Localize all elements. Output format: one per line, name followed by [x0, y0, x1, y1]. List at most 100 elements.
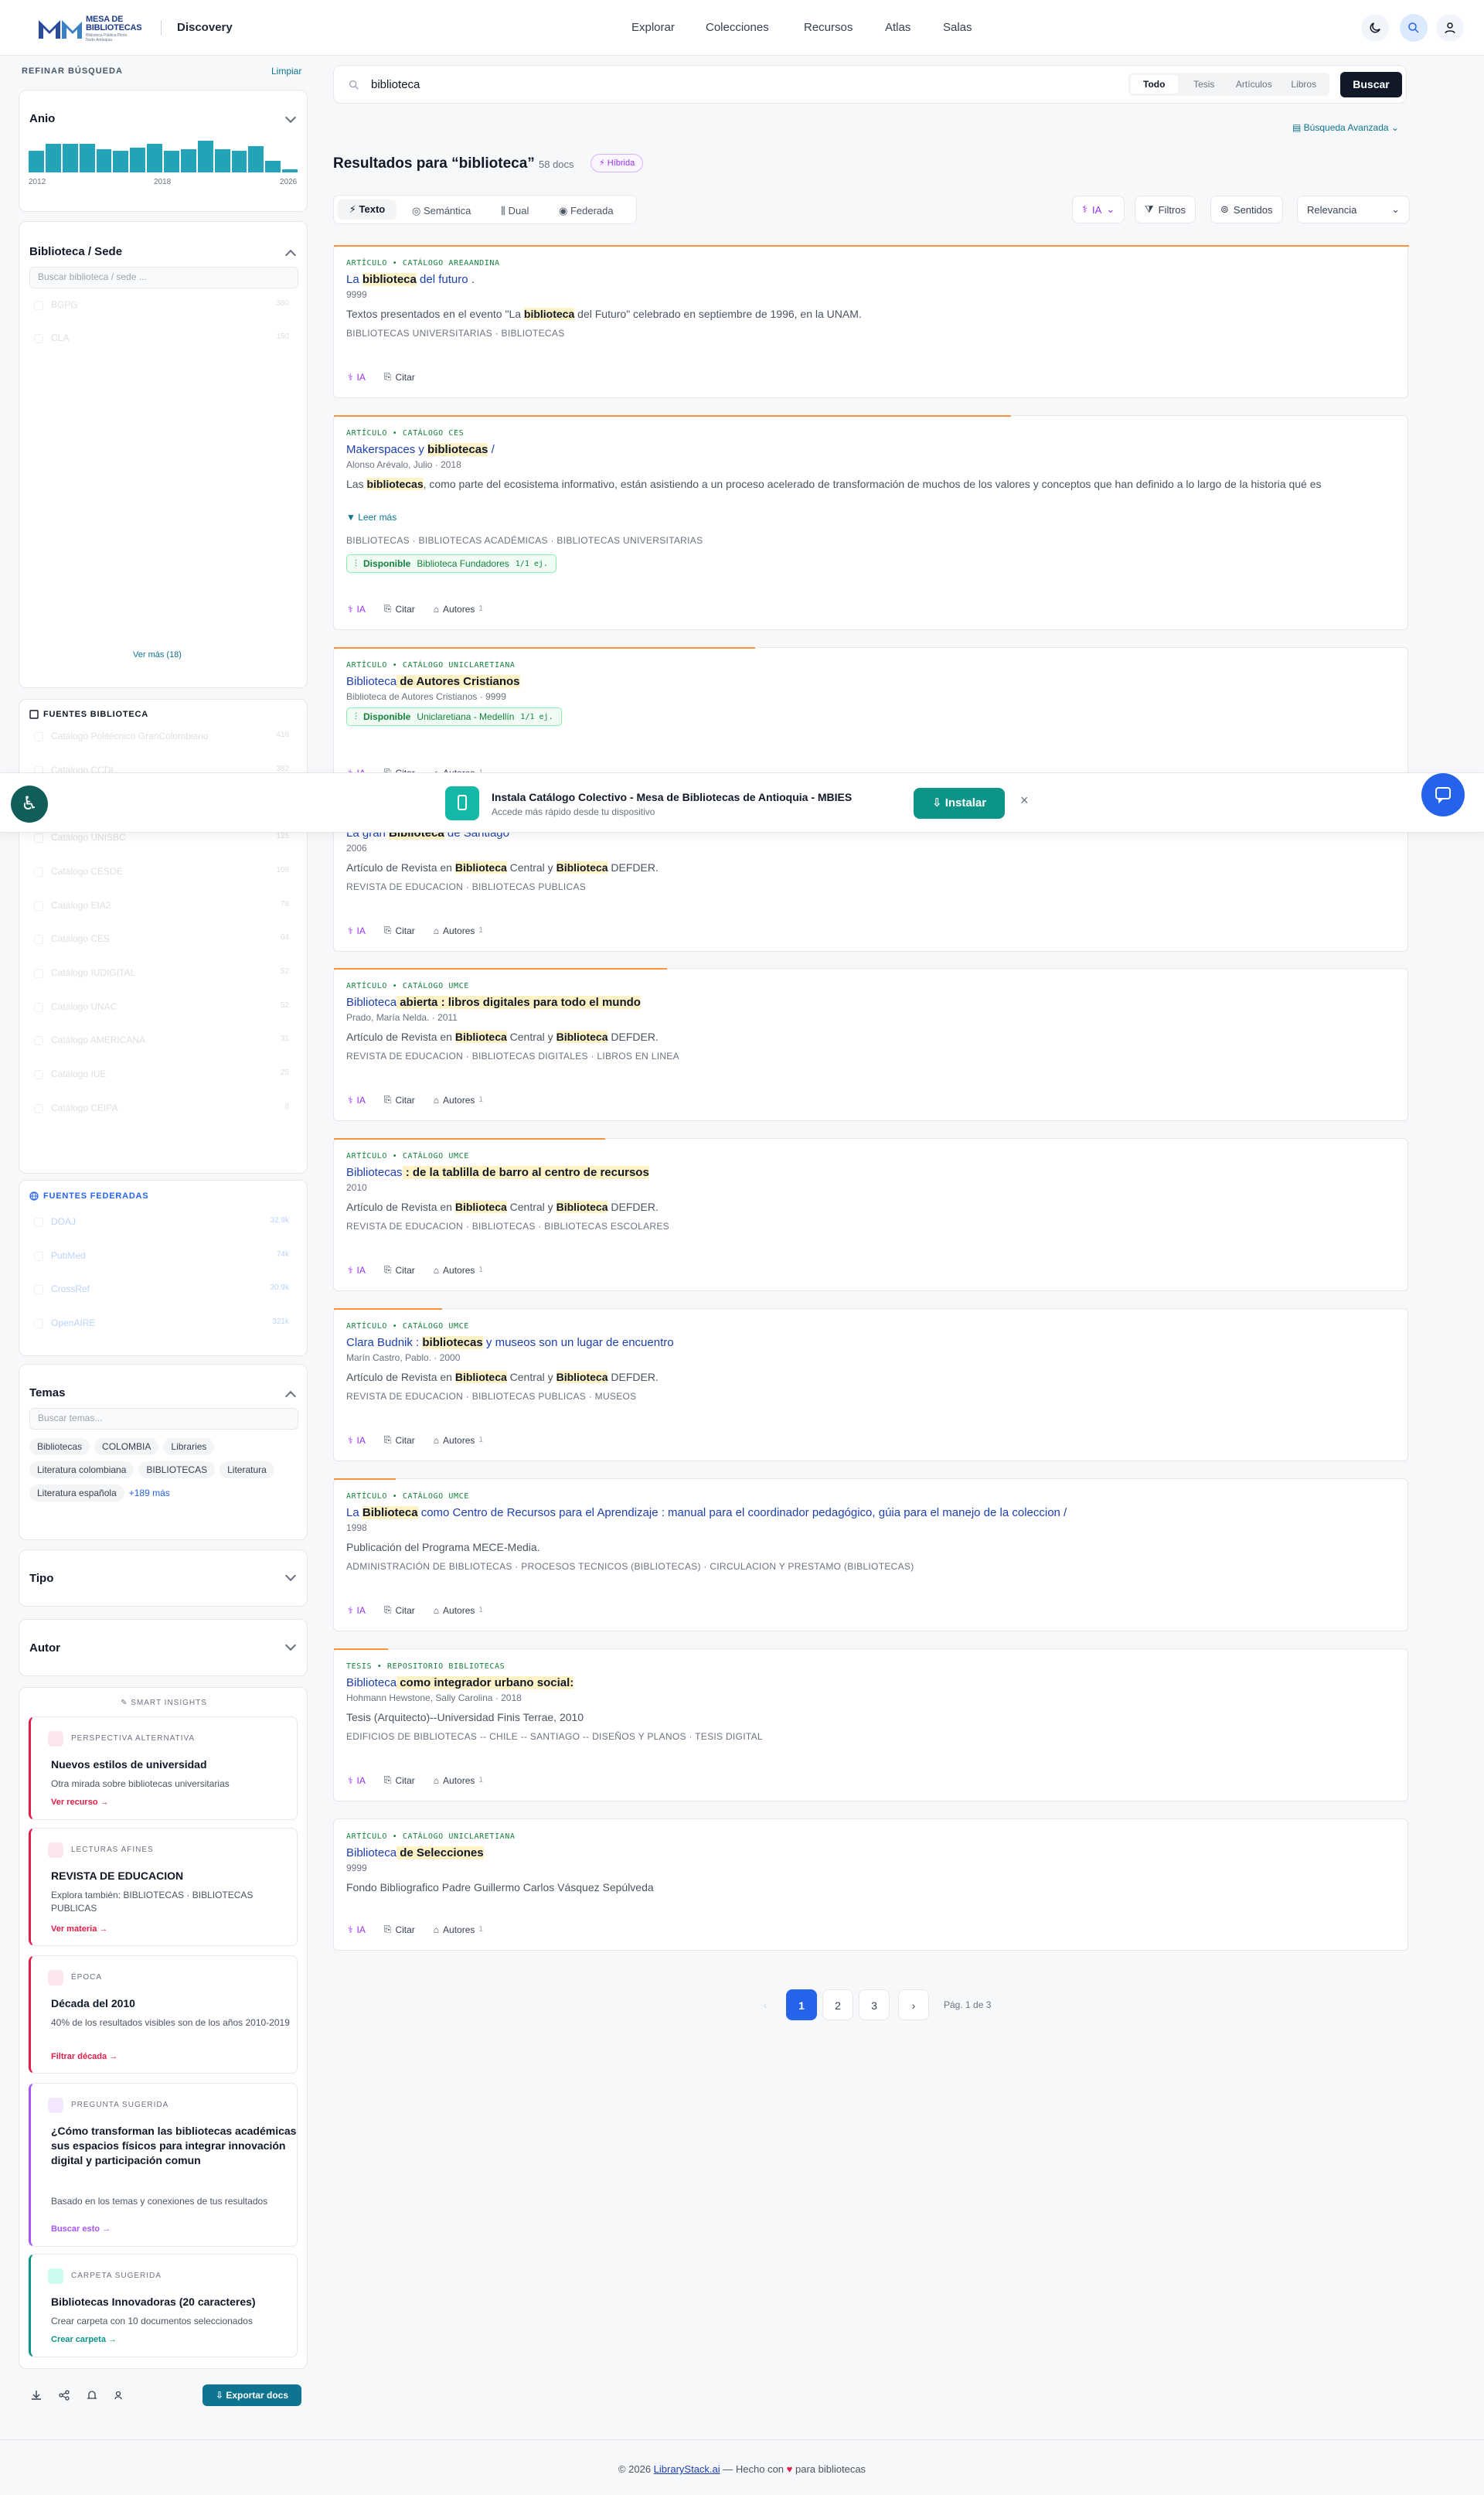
close-icon[interactable]: × [1020, 792, 1029, 809]
topics-search-input[interactable]: Buscar temas... [29, 1408, 298, 1430]
year-bar[interactable] [231, 151, 247, 172]
source-item[interactable]: Catálogo EIA2 78 [34, 900, 289, 912]
senses-button[interactable]: ⊚ Sentidos [1210, 196, 1283, 223]
cite-button[interactable]: ⎘Citar [384, 603, 415, 615]
result-title[interactable]: La biblioteca del futuro . [346, 273, 475, 286]
topic-tag[interactable]: Literatura colombiana [29, 1461, 134, 1478]
source-item[interactable]: Catálogo CEIPA 8 [34, 1103, 289, 1115]
insight-card[interactable]: PERSPECTIVA ALTERNATIVA Nuevos estilos de… [29, 1716, 298, 1820]
checkbox[interactable] [34, 1251, 43, 1261]
install-button[interactable]: ⇩ Instalar [914, 788, 1005, 819]
authors-button[interactable]: ⌂Autores1 [434, 1604, 483, 1616]
filters-button[interactable]: ⧩ Filtros [1135, 196, 1196, 223]
cite-button[interactable]: ⎘Citar [384, 1264, 415, 1276]
insight-card[interactable]: ÉPOCA Década del 2010 40% de los resultado… [29, 1955, 298, 2074]
year-bar[interactable] [147, 144, 162, 172]
ai-toggle-button[interactable]: ⚕ IA ⌄ [1072, 196, 1125, 223]
year-bar[interactable] [214, 148, 230, 172]
checkbox[interactable] [34, 1070, 43, 1079]
checkbox[interactable] [34, 1036, 43, 1046]
checkbox[interactable] [34, 1218, 43, 1227]
year-bar[interactable] [265, 160, 281, 172]
sort-select[interactable]: Relevancia ⌄ [1297, 196, 1410, 223]
nav-colecciones[interactable]: Colecciones [706, 21, 769, 34]
topic-tag[interactable]: Bibliotecas [29, 1438, 90, 1455]
clear-filters-link[interactable]: Limpiar [271, 66, 301, 77]
insight-card[interactable]: CARPETA SUGERIDA Bibliotecas Innovadoras … [29, 2254, 298, 2357]
library-more-link[interactable]: Ver más (18) [133, 650, 182, 660]
year-bar[interactable] [62, 144, 78, 172]
download-icon[interactable] [31, 2390, 42, 2401]
topic-tag[interactable]: COLOMBIA [94, 1438, 159, 1455]
library-item[interactable]: BGPG 380 [34, 299, 289, 312]
read-more-link[interactable]: ▼ Leer más [346, 512, 397, 523]
tab-semantica[interactable]: ◎ Semántica [412, 205, 471, 217]
share-icon[interactable] [59, 2390, 70, 2401]
footer-link[interactable]: LibraryStack.ai [654, 2463, 720, 2475]
ai-action-button[interactable]: ⚕IA [348, 1434, 366, 1446]
tab-dual[interactable]: ⫼ Dual [501, 205, 529, 217]
library-search-input[interactable]: Buscar biblioteca / sede ... [29, 267, 298, 288]
result-title[interactable]: Biblioteca como integrador urbano social… [346, 1676, 574, 1689]
nav-recursos[interactable]: Recursos [804, 21, 853, 34]
year-bar[interactable] [45, 144, 61, 172]
page-button[interactable]: 1 [786, 1989, 817, 2020]
ai-action-button[interactable]: ⚕IA [348, 371, 366, 383]
cite-button[interactable]: ⎘Citar [384, 371, 415, 383]
topic-tag[interactable]: BIBLIOTECAS [138, 1461, 216, 1478]
checkbox[interactable] [34, 334, 43, 343]
insight-card[interactable]: PREGUNTA SUGERIDA ¿Cómo transforman las b… [29, 2083, 298, 2247]
tab-federada[interactable]: ◉ Federada [559, 205, 614, 217]
type-filter-card[interactable]: Tipo [19, 1549, 308, 1607]
chat-button[interactable] [1421, 773, 1465, 816]
tab-texto[interactable]: ⚡ Texto [338, 199, 397, 220]
checkbox[interactable] [34, 935, 43, 945]
authors-button[interactable]: ⌂Autores1 [434, 603, 483, 615]
authors-button[interactable]: ⌂Autores1 [434, 1774, 483, 1786]
chevron-down-icon[interactable] [284, 1639, 297, 1651]
cite-button[interactable]: ⎘Citar [384, 1434, 415, 1446]
result-title[interactable]: Bibliotecas : de la tablilla de barro al… [346, 1166, 649, 1179]
year-bar[interactable] [180, 148, 196, 172]
authors-button[interactable]: ⌂Autores1 [434, 1924, 483, 1935]
library-item[interactable]: CLA 150 [34, 332, 289, 345]
year-bar[interactable] [248, 145, 264, 172]
source-item[interactable]: DOAJ 32.9k [34, 1216, 289, 1229]
source-item[interactable]: PubMed 74k [34, 1250, 289, 1263]
segment-tesis[interactable]: Tesis [1181, 75, 1228, 94]
insight-action-link[interactable]: Ver recurso → [51, 1798, 109, 1807]
next-page-button[interactable]: › [898, 1989, 929, 2020]
cite-button[interactable]: ⎘Citar [384, 1094, 415, 1106]
checkbox[interactable] [34, 1103, 43, 1113]
page-button[interactable]: 2 [822, 1989, 853, 2020]
source-item[interactable]: Catálogo CES 64 [34, 933, 289, 946]
cite-button[interactable]: ⎘Citar [384, 1774, 415, 1786]
chevron-down-icon[interactable] [284, 1570, 297, 1582]
result-title[interactable]: Makerspaces y bibliotecas / [346, 443, 495, 456]
result-card[interactable]: ARTÍCULO • CATÁLOGO CES Makerspaces y bib… [333, 415, 1408, 630]
result-title[interactable]: Clara Budnik : bibliotecas y museos son … [346, 1336, 674, 1349]
year-bar[interactable] [113, 151, 129, 172]
ai-action-button[interactable]: ⚕IA [348, 1264, 366, 1276]
nav-explorar[interactable]: Explorar [631, 21, 675, 34]
checkbox[interactable] [34, 732, 43, 741]
checkbox[interactable] [34, 968, 43, 978]
result-card[interactable]: ARTÍCULO • CATÁLOGO UNICLARETIANA Bibliot… [333, 1818, 1408, 1951]
theme-toggle-button[interactable] [1361, 14, 1389, 42]
source-item[interactable]: Catálogo Politécnico GranColombiano 416 [34, 731, 289, 743]
insight-card[interactable]: LECTURAS AFINES REVISTA DE EDUCACION Explo… [29, 1828, 298, 1946]
topic-tag[interactable]: Literatura española [29, 1484, 124, 1501]
ai-action-button[interactable]: ⚕IA [348, 1774, 366, 1786]
nav-atlas[interactable]: Atlas [885, 21, 910, 34]
ai-action-button[interactable]: ⚕IA [348, 1094, 366, 1106]
result-card[interactable]: ARTÍCULO • CATÁLOGO AREAANDINA La bibliot… [333, 245, 1409, 398]
topic-tag[interactable]: Literatura [220, 1461, 274, 1478]
checkbox[interactable] [34, 301, 43, 310]
chevron-down-icon[interactable] [284, 111, 297, 124]
topic-tag[interactable]: Libraries [163, 1438, 215, 1455]
year-bar[interactable] [96, 148, 112, 172]
authors-button[interactable]: ⌂Autores1 [434, 1094, 483, 1106]
year-bar[interactable] [164, 151, 179, 172]
result-card[interactable]: ARTÍCULO • CATÁLOGO UMCE Clara Budnik : b… [333, 1308, 1408, 1461]
source-item[interactable]: Catálogo UNISBC 125 [34, 832, 289, 844]
